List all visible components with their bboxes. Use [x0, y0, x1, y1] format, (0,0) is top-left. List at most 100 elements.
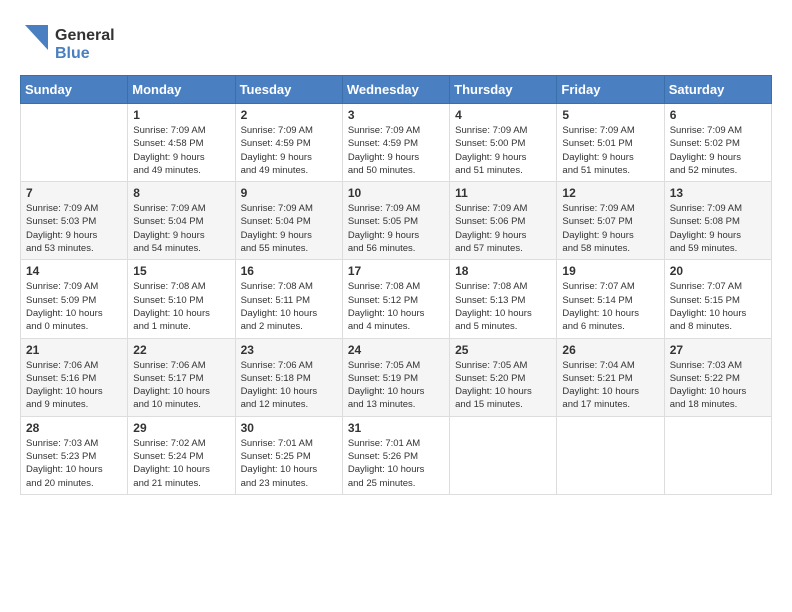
svg-text:Blue: Blue [55, 45, 90, 62]
day-info: Sunrise: 7:08 AM Sunset: 5:13 PM Dayligh… [455, 280, 551, 333]
day-info: Sunrise: 7:09 AM Sunset: 5:07 PM Dayligh… [562, 202, 658, 255]
logo-svg: GeneralBlue [20, 20, 150, 65]
day-info: Sunrise: 7:06 AM Sunset: 5:18 PM Dayligh… [241, 359, 337, 412]
weekday-header-monday: Monday [128, 76, 235, 104]
calendar-cell: 30 Sunrise: 7:01 AM Sunset: 5:25 PM Dayli… [235, 416, 342, 494]
day-info: Sunrise: 7:05 AM Sunset: 5:20 PM Dayligh… [455, 359, 551, 412]
day-info: Sunrise: 7:09 AM Sunset: 5:01 PM Dayligh… [562, 124, 658, 177]
calendar-cell: 18 Sunrise: 7:08 AM Sunset: 5:13 PM Dayli… [450, 260, 557, 338]
day-info: Sunrise: 7:08 AM Sunset: 5:12 PM Dayligh… [348, 280, 444, 333]
week-row-5: 28 Sunrise: 7:03 AM Sunset: 5:23 PM Dayli… [21, 416, 772, 494]
day-number: 13 [670, 186, 766, 200]
day-info: Sunrise: 7:09 AM Sunset: 5:06 PM Dayligh… [455, 202, 551, 255]
calendar-cell: 3 Sunrise: 7:09 AM Sunset: 4:59 PM Daylig… [342, 104, 449, 182]
calendar-cell: 2Sunrise: 7:09 AM Sunset: 4:59 PM Daylig… [235, 104, 342, 182]
weekday-header-sunday: Sunday [21, 76, 128, 104]
day-info: Sunrise: 7:01 AM Sunset: 5:25 PM Dayligh… [241, 437, 337, 490]
day-info: Sunrise: 7:07 AM Sunset: 5:14 PM Dayligh… [562, 280, 658, 333]
weekday-header-saturday: Saturday [664, 76, 771, 104]
calendar-cell [450, 416, 557, 494]
calendar-cell: 26 Sunrise: 7:04 AM Sunset: 5:21 PM Dayli… [557, 338, 664, 416]
calendar-cell [557, 416, 664, 494]
svg-text:General: General [55, 27, 115, 44]
calendar-cell: 27 Sunrise: 7:03 AM Sunset: 5:22 PM Dayli… [664, 338, 771, 416]
day-info: Sunrise: 7:09 AM Sunset: 5:09 PM Dayligh… [26, 280, 122, 333]
day-info: Sunrise: 7:09 AM Sunset: 5:05 PM Dayligh… [348, 202, 444, 255]
day-info: Sunrise: 7:09 AM Sunset: 5:00 PM Dayligh… [455, 124, 551, 177]
day-number: 6 [670, 108, 766, 122]
weekday-header-tuesday: Tuesday [235, 76, 342, 104]
day-number: 15 [133, 264, 229, 278]
weekday-header-friday: Friday [557, 76, 664, 104]
day-info: Sunrise: 7:09 AM Sunset: 5:04 PM Dayligh… [241, 202, 337, 255]
day-number: 21 [26, 343, 122, 357]
day-info: Sunrise: 7:09 AM Sunset: 4:58 PM Dayligh… [133, 124, 229, 177]
calendar-cell: 17 Sunrise: 7:08 AM Sunset: 5:12 PM Dayli… [342, 260, 449, 338]
calendar-cell: 11Sunrise: 7:09 AM Sunset: 5:06 PM Dayli… [450, 182, 557, 260]
week-row-3: 14 Sunrise: 7:09 AM Sunset: 5:09 PM Dayli… [21, 260, 772, 338]
day-number: 3 [348, 108, 444, 122]
calendar-cell: 23Sunrise: 7:06 AM Sunset: 5:18 PM Dayli… [235, 338, 342, 416]
week-row-1: 1 Sunrise: 7:09 AM Sunset: 4:58 PM Daylig… [21, 104, 772, 182]
day-number: 5 [562, 108, 658, 122]
day-number: 31 [348, 421, 444, 435]
day-number: 22 [133, 343, 229, 357]
day-number: 25 [455, 343, 551, 357]
calendar-cell: 9 Sunrise: 7:09 AM Sunset: 5:04 PM Daylig… [235, 182, 342, 260]
day-number: 14 [26, 264, 122, 278]
day-number: 17 [348, 264, 444, 278]
day-info: Sunrise: 7:03 AM Sunset: 5:23 PM Dayligh… [26, 437, 122, 490]
day-info: Sunrise: 7:09 AM Sunset: 5:03 PM Dayligh… [26, 202, 122, 255]
day-number: 19 [562, 264, 658, 278]
calendar-cell: 16Sunrise: 7:08 AM Sunset: 5:11 PM Dayli… [235, 260, 342, 338]
weekday-header-row: SundayMondayTuesdayWednesdayThursdayFrid… [21, 76, 772, 104]
day-number: 26 [562, 343, 658, 357]
calendar-cell: 8Sunrise: 7:09 AM Sunset: 5:04 PM Daylig… [128, 182, 235, 260]
day-info: Sunrise: 7:09 AM Sunset: 4:59 PM Dayligh… [348, 124, 444, 177]
week-row-4: 21 Sunrise: 7:06 AM Sunset: 5:16 PM Dayli… [21, 338, 772, 416]
calendar-cell: 21 Sunrise: 7:06 AM Sunset: 5:16 PM Dayli… [21, 338, 128, 416]
day-info: Sunrise: 7:09 AM Sunset: 5:04 PM Dayligh… [133, 202, 229, 255]
calendar-cell: 22 Sunrise: 7:06 AM Sunset: 5:17 PM Dayli… [128, 338, 235, 416]
calendar-cell [21, 104, 128, 182]
calendar-cell: 24Sunrise: 7:05 AM Sunset: 5:19 PM Dayli… [342, 338, 449, 416]
day-number: 9 [241, 186, 337, 200]
calendar-cell: 7 Sunrise: 7:09 AM Sunset: 5:03 PM Daylig… [21, 182, 128, 260]
week-row-2: 7 Sunrise: 7:09 AM Sunset: 5:03 PM Daylig… [21, 182, 772, 260]
calendar-cell: 13 Sunrise: 7:09 AM Sunset: 5:08 PM Dayli… [664, 182, 771, 260]
day-number: 28 [26, 421, 122, 435]
day-number: 1 [133, 108, 229, 122]
day-number: 30 [241, 421, 337, 435]
calendar-cell: 6 Sunrise: 7:09 AM Sunset: 5:02 PM Daylig… [664, 104, 771, 182]
day-info: Sunrise: 7:08 AM Sunset: 5:10 PM Dayligh… [133, 280, 229, 333]
calendar-cell: 14 Sunrise: 7:09 AM Sunset: 5:09 PM Dayli… [21, 260, 128, 338]
day-info: Sunrise: 7:07 AM Sunset: 5:15 PM Dayligh… [670, 280, 766, 333]
calendar-cell: 31Sunrise: 7:01 AM Sunset: 5:26 PM Dayli… [342, 416, 449, 494]
day-number: 29 [133, 421, 229, 435]
calendar-cell [664, 416, 771, 494]
day-info: Sunrise: 7:08 AM Sunset: 5:11 PM Dayligh… [241, 280, 337, 333]
day-info: Sunrise: 7:03 AM Sunset: 5:22 PM Dayligh… [670, 359, 766, 412]
day-info: Sunrise: 7:09 AM Sunset: 5:08 PM Dayligh… [670, 202, 766, 255]
calendar-cell: 29 Sunrise: 7:02 AM Sunset: 5:24 PM Dayli… [128, 416, 235, 494]
day-number: 12 [562, 186, 658, 200]
calendar-cell: 5 Sunrise: 7:09 AM Sunset: 5:01 PM Daylig… [557, 104, 664, 182]
day-info: Sunrise: 7:04 AM Sunset: 5:21 PM Dayligh… [562, 359, 658, 412]
day-number: 20 [670, 264, 766, 278]
day-info: Sunrise: 7:05 AM Sunset: 5:19 PM Dayligh… [348, 359, 444, 412]
day-info: Sunrise: 7:06 AM Sunset: 5:16 PM Dayligh… [26, 359, 122, 412]
calendar-cell: 10 Sunrise: 7:09 AM Sunset: 5:05 PM Dayli… [342, 182, 449, 260]
weekday-header-thursday: Thursday [450, 76, 557, 104]
day-info: Sunrise: 7:09 AM Sunset: 5:02 PM Dayligh… [670, 124, 766, 177]
day-number: 10 [348, 186, 444, 200]
day-number: 7 [26, 186, 122, 200]
day-number: 2 [241, 108, 337, 122]
calendar-table: SundayMondayTuesdayWednesdayThursdayFrid… [20, 75, 772, 495]
day-number: 18 [455, 264, 551, 278]
day-number: 4 [455, 108, 551, 122]
day-info: Sunrise: 7:06 AM Sunset: 5:17 PM Dayligh… [133, 359, 229, 412]
calendar-cell: 4 Sunrise: 7:09 AM Sunset: 5:00 PM Daylig… [450, 104, 557, 182]
weekday-header-wednesday: Wednesday [342, 76, 449, 104]
day-info: Sunrise: 7:02 AM Sunset: 5:24 PM Dayligh… [133, 437, 229, 490]
day-number: 27 [670, 343, 766, 357]
